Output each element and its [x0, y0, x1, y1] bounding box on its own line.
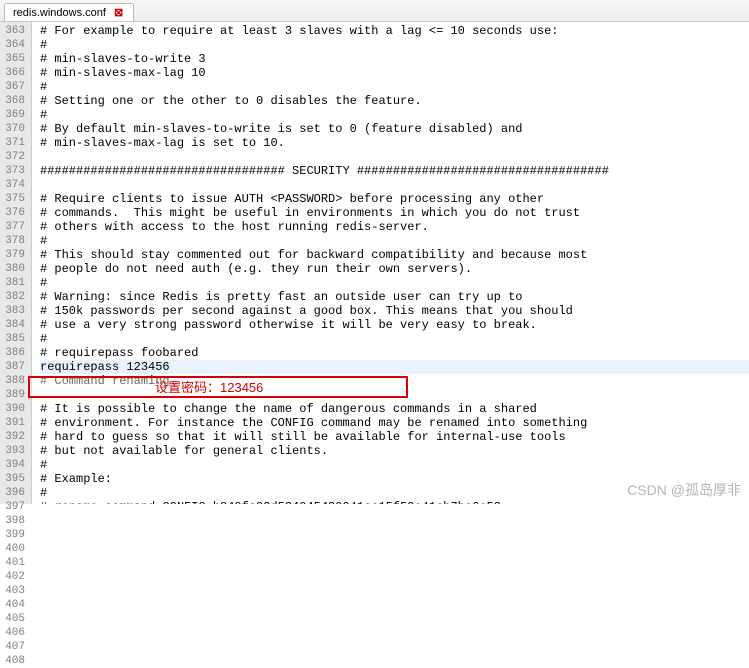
- line-number: 392: [4, 430, 25, 444]
- code-line[interactable]: # requirepass foobared: [40, 346, 749, 360]
- code-line[interactable]: #: [40, 80, 749, 94]
- line-number: 367: [4, 80, 25, 94]
- code-line[interactable]: # Example:: [40, 472, 749, 486]
- line-number: 374: [4, 178, 25, 192]
- code-line[interactable]: #: [40, 458, 749, 472]
- line-number: 371: [4, 136, 25, 150]
- code-line[interactable]: # use a very strong password otherwise i…: [40, 318, 749, 332]
- code-line[interactable]: #: [40, 276, 749, 290]
- line-number: 407: [4, 640, 25, 654]
- code-line[interactable]: # min-slaves-max-lag 10: [40, 66, 749, 80]
- tab-bar: redis.windows.conf ⊠: [0, 0, 749, 22]
- line-number: 379: [4, 248, 25, 262]
- line-number: 377: [4, 220, 25, 234]
- line-number: 406: [4, 626, 25, 640]
- code-line[interactable]: # 150k passwords per second against a go…: [40, 304, 749, 318]
- line-number: 370: [4, 122, 25, 136]
- code-line[interactable]: # rename-command CONFIG b840fc02d5240454…: [40, 500, 749, 504]
- code-line[interactable]: #: [40, 234, 749, 248]
- code-line[interactable]: requirepass 123456: [40, 360, 749, 374]
- tab-title: redis.windows.conf: [13, 7, 106, 19]
- code-line[interactable]: # others with access to the host running…: [40, 220, 749, 234]
- line-number: 368: [4, 94, 25, 108]
- line-number: 387: [4, 360, 25, 374]
- code-line[interactable]: ################################## SECUR…: [40, 164, 749, 178]
- line-number: 381: [4, 276, 25, 290]
- line-number: 399: [4, 528, 25, 542]
- line-number: 388: [4, 374, 25, 388]
- code-line[interactable]: [40, 150, 749, 164]
- line-number: 376: [4, 206, 25, 220]
- code-line[interactable]: # environment. For instance the CONFIG c…: [40, 416, 749, 430]
- line-number: 365: [4, 52, 25, 66]
- line-number: 384: [4, 318, 25, 332]
- code-line[interactable]: [40, 178, 749, 192]
- code-line[interactable]: # By default min-slaves-to-write is set …: [40, 122, 749, 136]
- line-number: 363: [4, 24, 25, 38]
- code-line[interactable]: # min-slaves-max-lag is set to 10.: [40, 136, 749, 150]
- code-line[interactable]: # Command renaming.: [40, 374, 749, 388]
- line-number: 393: [4, 444, 25, 458]
- line-number: 405: [4, 612, 25, 626]
- line-number: 403: [4, 584, 25, 598]
- code-line[interactable]: # hard to guess so that it will still be…: [40, 430, 749, 444]
- code-line[interactable]: # Setting one or the other to 0 disables…: [40, 94, 749, 108]
- line-number: 383: [4, 304, 25, 318]
- code-line[interactable]: # This should stay commented out for bac…: [40, 248, 749, 262]
- code-line[interactable]: # min-slaves-to-write 3: [40, 52, 749, 66]
- code-line[interactable]: [40, 388, 749, 402]
- code-line[interactable]: # commands. This might be useful in envi…: [40, 206, 749, 220]
- line-number: 369: [4, 108, 25, 122]
- editor-area[interactable]: 3633643653663673683693703713723733743753…: [0, 22, 749, 504]
- file-tab[interactable]: redis.windows.conf ⊠: [4, 3, 134, 21]
- line-number: 385: [4, 332, 25, 346]
- code-line[interactable]: #: [40, 38, 749, 52]
- code-line[interactable]: #: [40, 486, 749, 500]
- code-line[interactable]: #: [40, 332, 749, 346]
- code-line[interactable]: # Require clients to issue AUTH <PASSWOR…: [40, 192, 749, 206]
- line-number: 402: [4, 570, 25, 584]
- line-number: 386: [4, 346, 25, 360]
- line-number: 408: [4, 654, 25, 668]
- line-number: 389: [4, 388, 25, 402]
- code-line[interactable]: # but not available for general clients.: [40, 444, 749, 458]
- line-number: 391: [4, 416, 25, 430]
- line-number: 364: [4, 38, 25, 52]
- close-icon[interactable]: ⊠: [112, 6, 125, 19]
- line-number: 372: [4, 150, 25, 164]
- line-number: 397: [4, 500, 25, 514]
- line-number: 375: [4, 192, 25, 206]
- code-line[interactable]: #: [40, 108, 749, 122]
- line-number: 398: [4, 514, 25, 528]
- code-content[interactable]: # For example to require at least 3 slav…: [32, 22, 749, 504]
- line-number: 394: [4, 458, 25, 472]
- line-number: 396: [4, 486, 25, 500]
- code-line[interactable]: # It is possible to change the name of d…: [40, 402, 749, 416]
- line-number: 378: [4, 234, 25, 248]
- line-number: 366: [4, 66, 25, 80]
- code-line[interactable]: # people do not need auth (e.g. they run…: [40, 262, 749, 276]
- line-number: 373: [4, 164, 25, 178]
- line-number: 390: [4, 402, 25, 416]
- line-number: 380: [4, 262, 25, 276]
- code-line[interactable]: # Warning: since Redis is pretty fast an…: [40, 290, 749, 304]
- line-number: 404: [4, 598, 25, 612]
- line-number-gutter: 3633643653663673683693703713723733743753…: [0, 22, 32, 504]
- line-number: 400: [4, 542, 25, 556]
- line-number: 382: [4, 290, 25, 304]
- line-number: 395: [4, 472, 25, 486]
- line-number: 401: [4, 556, 25, 570]
- code-line[interactable]: # For example to require at least 3 slav…: [40, 24, 749, 38]
